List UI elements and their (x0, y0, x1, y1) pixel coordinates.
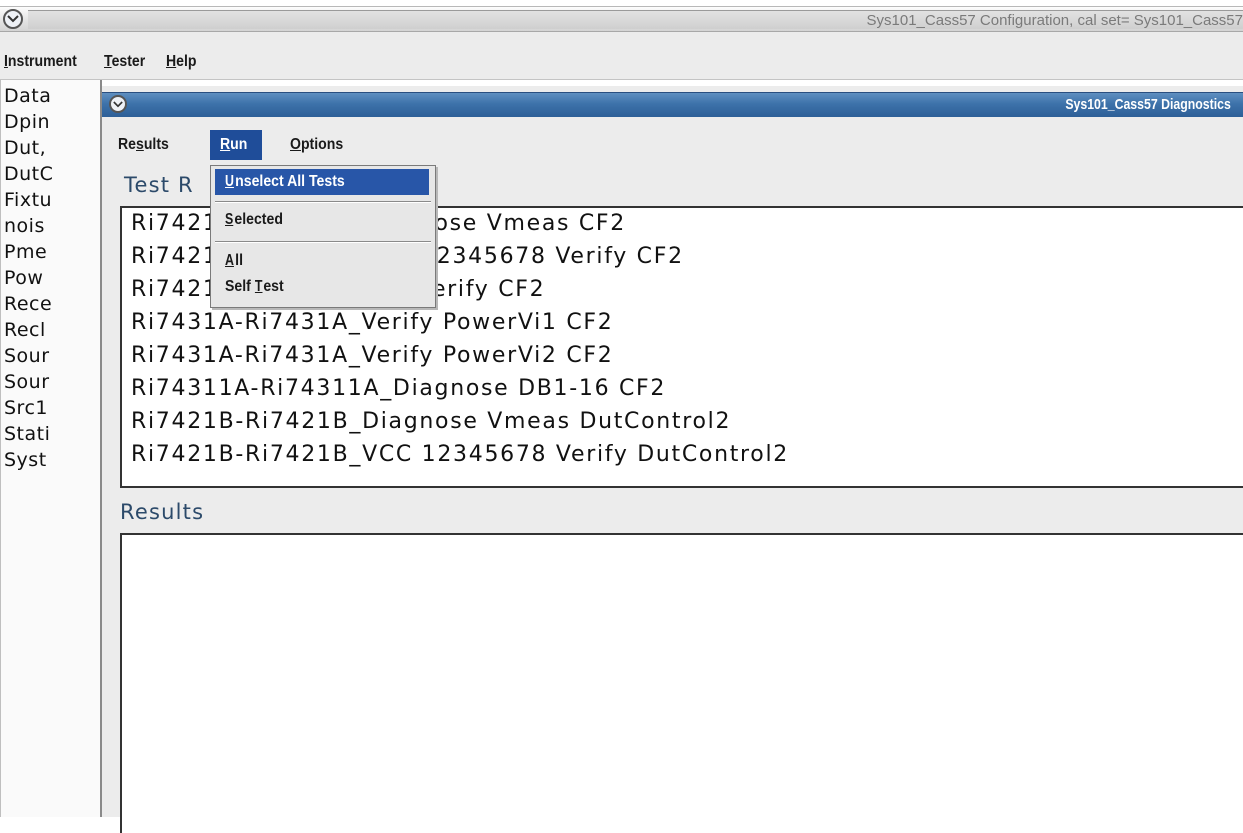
test-list-item[interactable]: Ri7431A-Ri7431A_Verify PowerVi2 CF2 (131, 343, 613, 368)
menu-run[interactable]: Run (220, 136, 247, 154)
test-list-item[interactable]: Ri7431A-Ri7431A_Verify PowerVi1 CF2 (131, 310, 613, 335)
menu-separator (215, 241, 431, 243)
test-list-item[interactable]: Ri7421B-Ri7421B_Diagnose Vmeas DutContro… (131, 409, 731, 434)
menu-tester[interactable]: Tester (104, 53, 145, 71)
left-list-item[interactable]: Stati (4, 423, 50, 445)
left-list-item[interactable]: Fixtu (4, 189, 52, 211)
left-list-item[interactable]: Pow (4, 267, 43, 289)
left-list-item[interactable]: Syst (4, 449, 47, 471)
left-list-item[interactable]: DutC (4, 163, 53, 185)
left-list-item[interactable]: Dut, (4, 137, 46, 159)
results-area[interactable] (120, 533, 1243, 833)
left-list-item[interactable]: Rece (4, 293, 52, 315)
outer-menubar: Instrument Tester Help (0, 32, 1243, 80)
outer-window-title: Sys101_Cass57 Configuration, cal set= Sy… (866, 12, 1243, 29)
menu-item-all[interactable]: All (215, 248, 429, 274)
left-list-item[interactable]: nois (4, 215, 45, 237)
test-list-item[interactable]: Ri7421B-Ri7421B_VCC 12345678 Verify DutC… (131, 442, 789, 467)
run-dropdown-menu: Unselect All Tests Selected All Self Tes… (210, 165, 436, 308)
menu-results[interactable]: Results (118, 136, 169, 154)
test-list-item[interactable]: Ri74311A-Ri74311A_Diagnose DB1-16 CF2 (131, 376, 666, 401)
menu-item-unselect-all-tests[interactable]: Unselect All Tests (215, 169, 429, 195)
left-list-item[interactable]: Recl (4, 319, 46, 341)
window-menu-icon[interactable] (109, 95, 127, 113)
diagnostics-menubar (102, 126, 1243, 164)
menu-separator (215, 201, 431, 203)
menu-options[interactable]: Options (290, 136, 343, 154)
results-section-label: Results (120, 500, 205, 524)
left-list-panel: Data Dpin Dut, DutC Fixtu nois Pme Pow R… (0, 80, 102, 817)
left-list-item[interactable]: Sour (4, 345, 50, 367)
menu-instrument[interactable]: Instrument (4, 53, 77, 71)
menu-item-selected[interactable]: Selected (215, 207, 429, 233)
left-list-item[interactable]: Src1 (4, 397, 48, 419)
left-list-item[interactable]: Data (4, 85, 51, 107)
left-list-item[interactable]: Pme (4, 241, 47, 263)
left-list-item[interactable]: Sour (4, 371, 50, 393)
menu-help[interactable]: Help (166, 53, 197, 71)
menu-item-self-test[interactable]: Self Test (215, 274, 429, 300)
left-list-item[interactable]: Dpin (4, 111, 50, 133)
window-menu-icon[interactable] (3, 9, 23, 29)
test-section-label: Test R (124, 173, 194, 197)
diagnostics-window-title: Sys101_Cass57 Diagnostics (1065, 96, 1231, 113)
